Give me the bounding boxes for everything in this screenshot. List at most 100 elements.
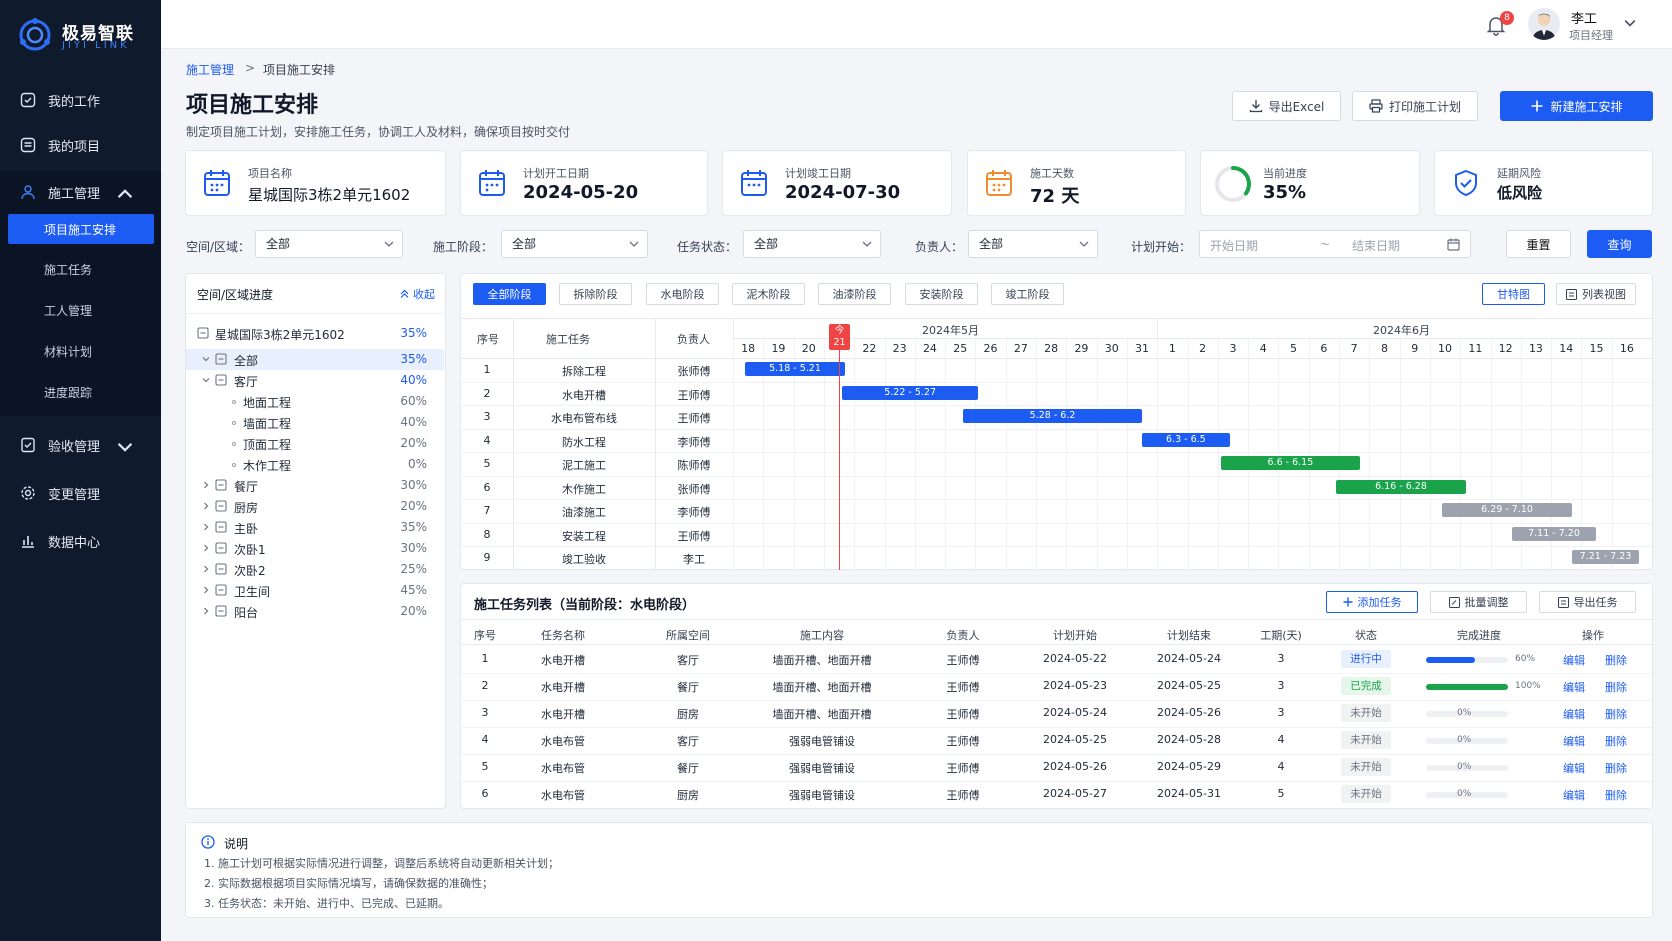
card-project: 项目名称 星城国际3栋2单元1602 [185,150,446,216]
task-edit-link[interactable]: 编辑 [1563,652,1585,668]
nav-my-work[interactable]: 我的工作 [0,80,161,120]
tree-node-卫生间[interactable]: 卫生间 45% [186,580,444,601]
gantt-day-gridline [975,339,977,570]
nav-sub-tasks[interactable]: 施工任务 [8,254,154,284]
gantt-row-task[interactable]: 油漆施工 [513,504,655,520]
list-view-button[interactable]: 列表视图 [1556,283,1636,305]
tree-node-次卧1[interactable]: 次卧1 30% [186,538,444,559]
chevron-down-icon[interactable] [1624,17,1636,29]
tree-node-主卧[interactable]: 主卧 35% [186,517,444,538]
task-name[interactable]: 水电布管 [493,733,633,749]
gantt-row-task[interactable]: 拆除工程 [513,363,655,379]
task-name[interactable]: 水电布管 [493,760,633,776]
breadcrumb-parent[interactable]: 施工管理 [186,61,234,78]
gantt-row-task[interactable]: 防水工程 [513,434,655,450]
task-delete-link[interactable]: 删除 [1605,652,1627,668]
task-delete-link[interactable]: 删除 [1605,679,1627,695]
gantt-bar[interactable]: 7.21 - 7.23 [1572,550,1639,564]
task-delete-link[interactable]: 删除 [1605,733,1627,749]
user-name[interactable]: 李工 [1571,8,1597,27]
gantt-bar[interactable]: 6.3 - 6.5 [1141,432,1230,447]
date-range-picker[interactable]: 开始日期 ~ 结束日期 [1199,230,1471,258]
date-from-input[interactable]: 开始日期 [1210,237,1258,254]
nav-acceptance[interactable]: 验收管理 [0,425,161,465]
brand-logo[interactable]: 极易智联 JIYI LINK [16,16,156,56]
stage-tab-4[interactable]: 泥木阶段 [732,283,805,305]
task-edit-link[interactable]: 编辑 [1563,733,1585,749]
query-button[interactable]: 查询 [1587,230,1652,258]
task-edit-link[interactable]: 编辑 [1563,760,1585,776]
gantt-row-owner: 王师傅 [677,529,711,543]
task-name[interactable]: 水电开槽 [493,679,633,695]
gantt-day-gridline [1217,339,1219,570]
gantt-bar[interactable]: 5.18 - 5.21 [745,362,845,376]
export-excel-button[interactable]: 导出Excel [1232,91,1341,121]
gantt-bar[interactable]: 6.29 - 7.10 [1441,503,1573,517]
task-name[interactable]: 水电开槽 [493,652,633,668]
nav-change[interactable]: 变更管理 [0,473,161,513]
task-status-badge: 未开始 [1341,785,1391,803]
nav-my-projects[interactable]: 我的项目 [0,125,161,165]
date-to-input[interactable]: 结束日期 [1352,237,1400,254]
task-edit-link[interactable]: 编辑 [1563,706,1585,722]
edit-icon [1448,596,1460,608]
gantt-bar[interactable]: 6.6 - 6.15 [1220,456,1361,470]
tree-node-次卧2[interactable]: 次卧2 25% [186,559,444,580]
tree-node-墙面工程[interactable]: 墙面工程 40% [186,412,444,433]
gantt-bar[interactable]: 7.11 - 7.20 [1511,526,1597,541]
nav-data-center[interactable]: 数据中心 [0,521,161,561]
gantt-row-task[interactable]: 竣工验收 [513,551,655,567]
status-select[interactable]: 全部 [743,230,881,258]
reset-button[interactable]: 重置 [1506,230,1571,258]
task-edit-link[interactable]: 编辑 [1563,787,1585,803]
print-plan-button[interactable]: 打印施工计划 [1352,91,1478,121]
task-name[interactable]: 水电布管 [493,787,633,803]
tree-node-阳台[interactable]: 阳台 20% [186,601,444,622]
avatar[interactable] [1528,8,1560,40]
new-schedule-button[interactable]: 新建施工安排 [1500,91,1653,121]
tree-node-餐厅[interactable]: 餐厅 30% [186,475,444,496]
nav-sub-schedule[interactable]: 项目施工安排 [8,214,154,244]
gantt-bar[interactable]: 5.22 - 5.27 [841,385,979,400]
task-progress-bar [1426,657,1508,663]
task-name[interactable]: 水电开槽 [493,706,633,722]
tree-node-地面工程[interactable]: 地面工程 60% [186,391,444,412]
gantt-row-task[interactable]: 安装工程 [513,528,655,544]
gantt-bar[interactable]: 6.16 - 6.28 [1335,479,1467,494]
stage-tab-7[interactable]: 竣工阶段 [991,283,1064,305]
batch-adjust-button[interactable]: 批量调整 [1430,591,1527,613]
tree-node-木作工程[interactable]: 木作工程 0% [186,454,444,475]
stage-tab-1[interactable]: 全部阶段 [473,283,546,305]
nav-sub-materials[interactable]: 材料计划 [8,336,154,366]
task-delete-link[interactable]: 删除 [1605,706,1627,722]
stage-tab-6[interactable]: 安装阶段 [905,283,978,305]
stage-tab-3[interactable]: 水电阶段 [646,283,719,305]
add-task-button[interactable]: 添加任务 [1326,591,1418,613]
tree-node-全部[interactable]: 全部 35% [186,349,444,370]
area-filter-label: 空间/区域： [186,240,251,254]
area-select[interactable]: 全部 [255,230,403,258]
owner-select[interactable]: 全部 [968,230,1098,258]
tree-collapse-button[interactable]: 收起 [400,286,435,302]
task-delete-link[interactable]: 删除 [1605,760,1627,776]
stage-tab-2[interactable]: 拆除阶段 [559,283,632,305]
gantt-view-button[interactable]: 甘特图 [1482,283,1545,305]
export-task-button[interactable]: 导出任务 [1539,591,1636,613]
stage-tab-5[interactable]: 油漆阶段 [818,283,891,305]
gantt-row-task[interactable]: 水电开槽 [513,387,655,403]
gantt-row-task[interactable]: 泥工施工 [513,457,655,473]
task-content: 墙面开槽、地面开槽 [772,681,872,694]
tree-node-厨房[interactable]: 厨房 20% [186,496,444,517]
gantt-row-task[interactable]: 木作施工 [513,481,655,497]
gantt-bar[interactable]: 5.28 - 6.2 [963,409,1142,423]
stage-select[interactable]: 全部 [501,230,648,258]
tree-node-客厅[interactable]: 客厅 40% [186,370,444,391]
nav-sub-workers[interactable]: 工人管理 [8,295,154,325]
gantt-row-task[interactable]: 水电布管布线 [513,410,655,426]
task-delete-link[interactable]: 删除 [1605,787,1627,803]
nav-construction[interactable]: 施工管理 [0,172,161,212]
task-edit-link[interactable]: 编辑 [1563,679,1585,695]
nav-sub-progress[interactable]: 进度跟踪 [8,377,154,407]
tree-root[interactable]: 星城国际3栋2单元1602 35% [186,323,444,344]
tree-node-顶面工程[interactable]: 顶面工程 20% [186,433,444,454]
